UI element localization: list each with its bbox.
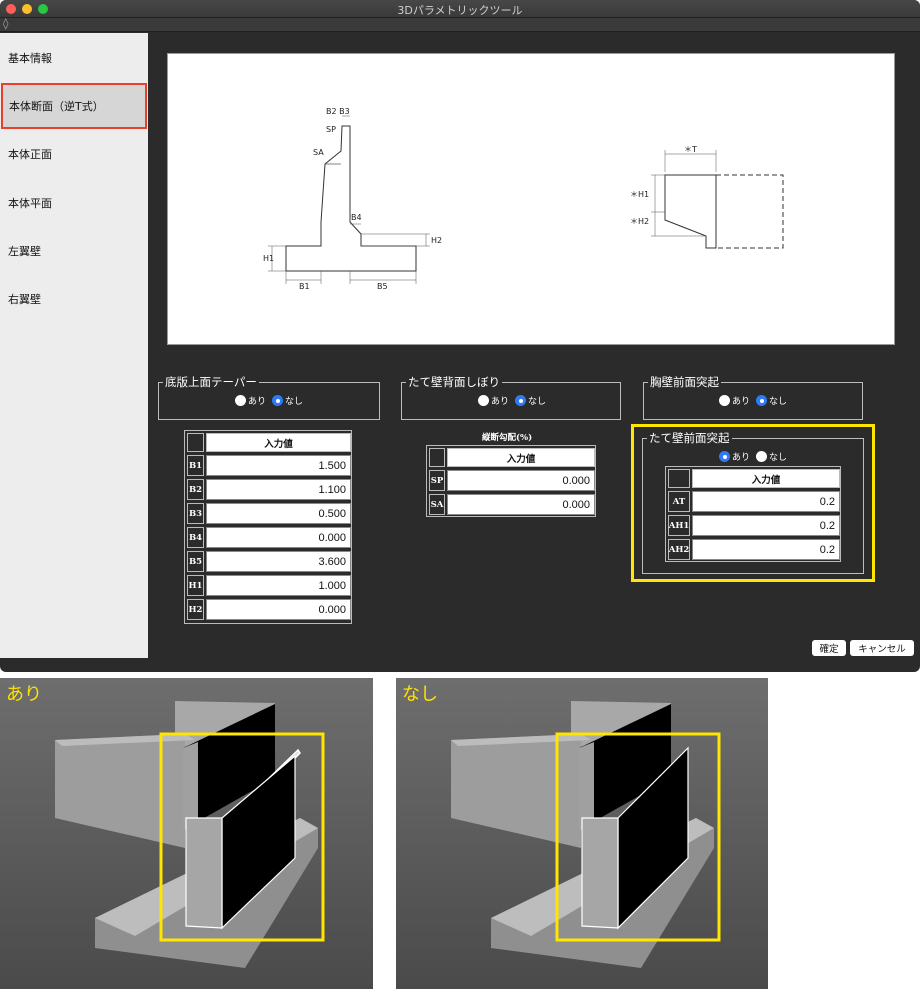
input-b1[interactable]: 1.500 <box>206 455 351 476</box>
toolbar-strip: ◊ <box>0 17 920 32</box>
dim-label-sp: SP <box>326 125 336 134</box>
input-sa[interactable]: 0.000 <box>447 494 595 515</box>
preview-with-protrusion: あり <box>0 678 373 989</box>
updown-chevron-icon[interactable]: ◊ <box>3 17 8 30</box>
radio-label: あり <box>248 397 267 407</box>
sidebar-item-basic-info[interactable]: 基本情報 <box>0 35 148 81</box>
sidebar-item-body-front[interactable]: 本体正面 <box>0 131 148 177</box>
cancel-button[interactable]: キャンセル <box>850 640 914 656</box>
group-title: 底版上面テーパー <box>163 374 259 390</box>
dim-label-sa: SA <box>313 148 324 157</box>
table-header: 入力値 <box>206 433 351 452</box>
group-taper: 底版上面テーパー あり なし <box>158 374 380 420</box>
title-bar: 3Dパラメトリックツール <box>0 0 920 18</box>
input-h1[interactable]: 1.000 <box>206 575 351 596</box>
sidebar-item-body-section[interactable]: 本体断面（逆T式） <box>1 83 147 129</box>
row-key: SA <box>429 494 445 515</box>
radio-row: あり なし <box>719 394 791 407</box>
preview-without-protrusion: なし <box>396 678 768 989</box>
table-header: 入力値 <box>447 448 595 467</box>
row-key: B1 <box>187 455 204 476</box>
sidebar-item-right-wing[interactable]: 右翼壁 <box>0 276 148 322</box>
dim-label-h1: H1 <box>263 254 274 263</box>
input-b5[interactable]: 3.600 <box>206 551 351 572</box>
sidebar-item-label: 本体断面（逆T式） <box>9 100 104 113</box>
dim-label-h2: H2 <box>431 236 442 245</box>
dim-label-star-h1: ＊H1 <box>630 190 649 199</box>
sidebar-item-body-plan[interactable]: 本体平面 <box>0 180 148 226</box>
sidebar: 基本情報 本体断面（逆T式） 本体正面 本体平面 左翼壁 右翼壁 <box>0 33 148 658</box>
sidebar-item-left-wing[interactable]: 左翼壁 <box>0 228 148 274</box>
slope-caption: 縦断勾配(%) <box>482 433 533 443</box>
radio-wall-back-no[interactable] <box>515 395 527 406</box>
row-key: H2 <box>187 599 204 620</box>
table-corner-cell <box>187 433 204 452</box>
input-sp[interactable]: 0.000 <box>447 470 595 491</box>
row-key: B4 <box>187 527 204 548</box>
app-window: 3Dパラメトリックツール ◊ 基本情報 本体断面（逆T式） 本体正面 本体平面 … <box>0 0 920 672</box>
dim-label-b4: B4 <box>351 213 362 222</box>
ok-button[interactable]: 確定 <box>812 640 846 656</box>
dim-label-star-h2: ＊H2 <box>630 217 649 226</box>
dim-label-b5: B5 <box>377 282 388 291</box>
group-title: 胸壁前面突起 <box>648 374 721 390</box>
sidebar-item-label: 右翼壁 <box>8 293 41 306</box>
row-key: B3 <box>187 503 204 524</box>
dim-label-t: ＊T <box>684 145 697 154</box>
row-key: B2 <box>187 479 204 500</box>
radio-row: あり なし <box>478 394 550 407</box>
table-corner-cell <box>429 448 445 467</box>
section-diagram: B2 B3 SP SA B4 H2 H1 B1 B5 ＊T ＊H1 ＊H2 <box>167 53 895 345</box>
input-b2[interactable]: 1.100 <box>206 479 351 500</box>
radio-label: なし <box>528 397 547 407</box>
main-input-table: 入力値 B1 1.500 B2 1.100 B3 0.500 B4 0.000 … <box>184 430 352 624</box>
preview-label-with: あり <box>6 684 42 705</box>
group-title: たて壁背面しぼり <box>406 374 502 390</box>
radio-wall-back-yes[interactable] <box>478 395 489 406</box>
radio-taper-no[interactable] <box>272 395 284 406</box>
radio-label: なし <box>769 397 788 407</box>
radio-parapet-yes[interactable] <box>719 395 730 406</box>
group-parapet: 胸壁前面突起 あり なし <box>643 374 863 420</box>
input-h2[interactable]: 0.000 <box>206 599 351 620</box>
input-b3[interactable]: 0.500 <box>206 503 351 524</box>
radio-label: あり <box>491 397 510 407</box>
row-key: B5 <box>187 551 204 572</box>
row-key: H1 <box>187 575 204 596</box>
row-key: SP <box>429 470 445 491</box>
sidebar-item-label: 左翼壁 <box>8 245 41 258</box>
dim-label-b2-b3: B2 B3 <box>326 107 350 116</box>
input-b4[interactable]: 0.000 <box>206 527 351 548</box>
group-wall-back: たて壁背面しぼり あり なし <box>401 374 621 420</box>
sidebar-item-label: 基本情報 <box>8 52 52 65</box>
preview-label-without: なし <box>402 684 438 705</box>
section-drawing: B2 B3 SP SA B4 H2 H1 B1 B5 ＊T ＊H1 ＊H2 <box>263 107 784 291</box>
preview-3d-drawing <box>396 678 768 989</box>
radio-row: あり なし <box>235 394 307 407</box>
sidebar-item-label: 本体平面 <box>8 197 52 210</box>
radio-taper-yes[interactable] <box>235 395 246 406</box>
radio-label: なし <box>285 397 304 407</box>
sidebar-item-label: 本体正面 <box>8 148 52 161</box>
window-title: 3Dパラメトリックツール <box>397 4 523 17</box>
slope-input-table: 入力値 SP 0.000 SA 0.000 <box>426 445 596 517</box>
radio-parapet-no[interactable] <box>756 395 768 406</box>
preview-3d-drawing <box>0 678 373 989</box>
radio-label: あり <box>732 397 751 407</box>
highlight-frame <box>631 424 875 582</box>
dim-label-b1: B1 <box>299 282 310 291</box>
